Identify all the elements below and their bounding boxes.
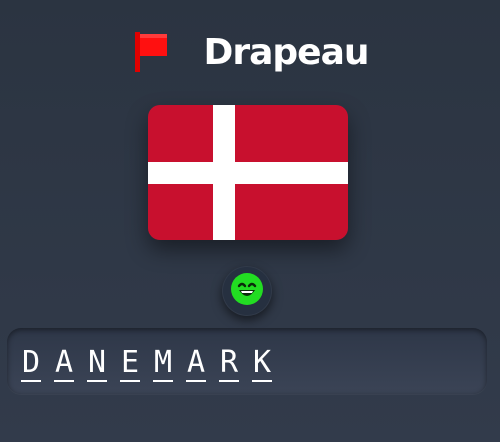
answer-letter: E bbox=[120, 345, 140, 382]
answer-field[interactable]: D A N E M A R K bbox=[7, 328, 487, 394]
answer-letter: N bbox=[87, 345, 107, 382]
feedback-indicator bbox=[222, 266, 272, 316]
answer-letter: D bbox=[21, 345, 41, 382]
answer-letter: A bbox=[54, 345, 74, 382]
answer-letter: K bbox=[252, 345, 272, 382]
flag-image bbox=[148, 105, 348, 240]
grinning-face-icon bbox=[231, 273, 263, 309]
red-flag-icon bbox=[131, 30, 171, 74]
answer-letter: M bbox=[153, 345, 173, 382]
answer-letters: D A N E M A R K bbox=[21, 346, 272, 382]
header: Drapeau bbox=[0, 28, 500, 76]
page-title: Drapeau bbox=[203, 31, 369, 73]
answer-letter: A bbox=[186, 345, 206, 382]
answer-letter: R bbox=[219, 345, 239, 382]
